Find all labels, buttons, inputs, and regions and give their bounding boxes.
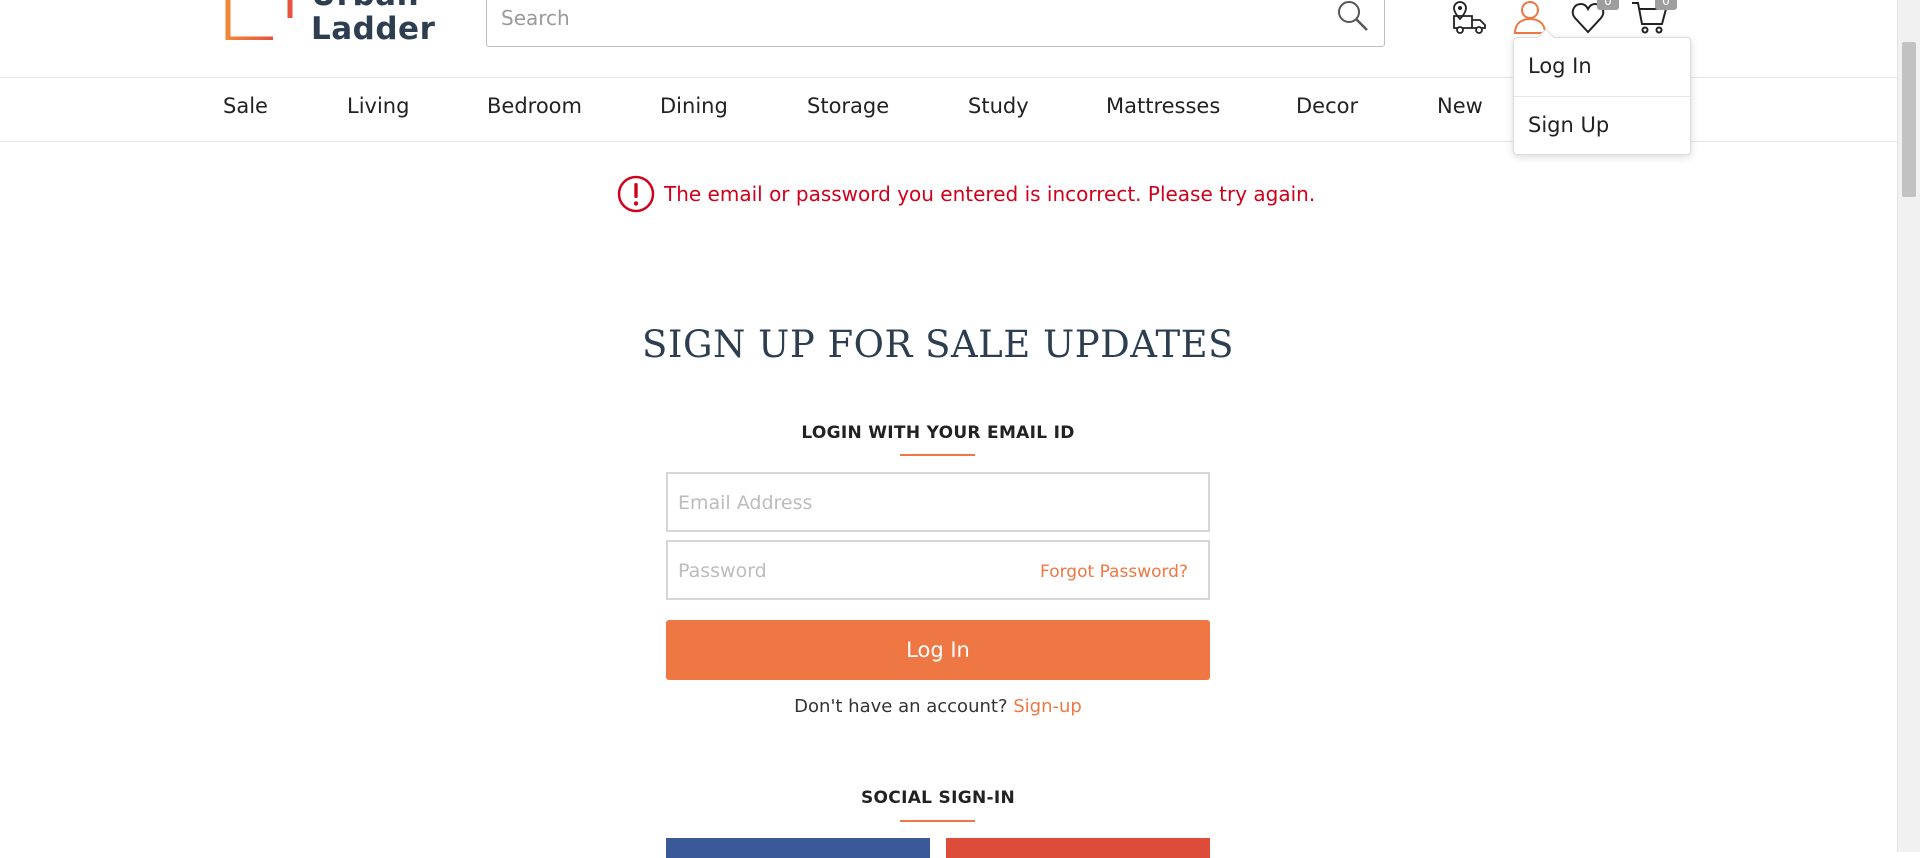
nav-item-study[interactable]: Study [968,94,1029,118]
nav-item-dining[interactable]: Dining [660,94,728,118]
logo-wordmark: Urban Ladder [311,0,435,46]
nav-item-bedroom[interactable]: Bedroom [487,94,582,118]
email-heading-underline [900,454,975,456]
error-message: The email or password you entered is inc… [616,174,1315,214]
nav-item-mattresses[interactable]: Mattresses [1106,94,1220,118]
scrollbar-thumb[interactable] [1902,42,1916,197]
dropdown-signup[interactable]: Sign Up [1528,113,1609,137]
truck-location-icon[interactable] [1450,0,1490,36]
account-dropdown: Log In Sign Up [1513,28,1691,155]
nav-item-living[interactable]: Living [347,94,409,118]
facebook-signin-button[interactable] [666,838,930,858]
cart-count-badge: 0 [1655,0,1677,10]
social-signin-heading: SOCIAL SIGN-IN [861,788,1015,808]
wishlist-count-badge: 0 [1597,0,1619,10]
urban-ladder-logo[interactable]: Urban Ladder [220,0,435,48]
nav-item-storage[interactable]: Storage [807,94,889,118]
page-scrollbar[interactable] [1897,0,1920,852]
email-field [666,472,1210,532]
error-alert-icon [617,175,655,213]
dropdown-login[interactable]: Log In [1528,54,1592,78]
social-heading-underline [900,820,975,822]
email-login-heading: LOGIN WITH YOUR EMAIL ID [801,423,1075,443]
password-field: Forgot Password? [666,540,1210,600]
signup-link[interactable]: Sign-up [1013,696,1082,717]
email-input[interactable] [678,490,1038,516]
nav-item-new[interactable]: New [1437,94,1483,118]
password-input[interactable] [678,558,1038,584]
search-input[interactable] [501,3,1301,33]
search-icon[interactable] [1336,0,1370,33]
search-box [486,0,1385,47]
google-signin-button[interactable] [946,838,1210,858]
nav-item-decor[interactable]: Decor [1296,94,1358,118]
dropdown-divider [1514,96,1690,97]
login-button[interactable]: Log In [666,620,1210,680]
forgot-password-link[interactable]: Forgot Password? [1040,562,1188,582]
signup-prompt: Don't have an account? Sign-up [666,696,1210,717]
page-title: SIGN UP FOR SALE UPDATES [641,323,1234,366]
nav-item-sale[interactable]: Sale [223,94,268,118]
error-text: The email or password you entered is inc… [664,182,1316,206]
logo-line-ladder: Ladder [311,11,436,47]
logo-mark-icon [225,0,293,40]
no-account-text: Don't have an account? [794,696,1008,717]
